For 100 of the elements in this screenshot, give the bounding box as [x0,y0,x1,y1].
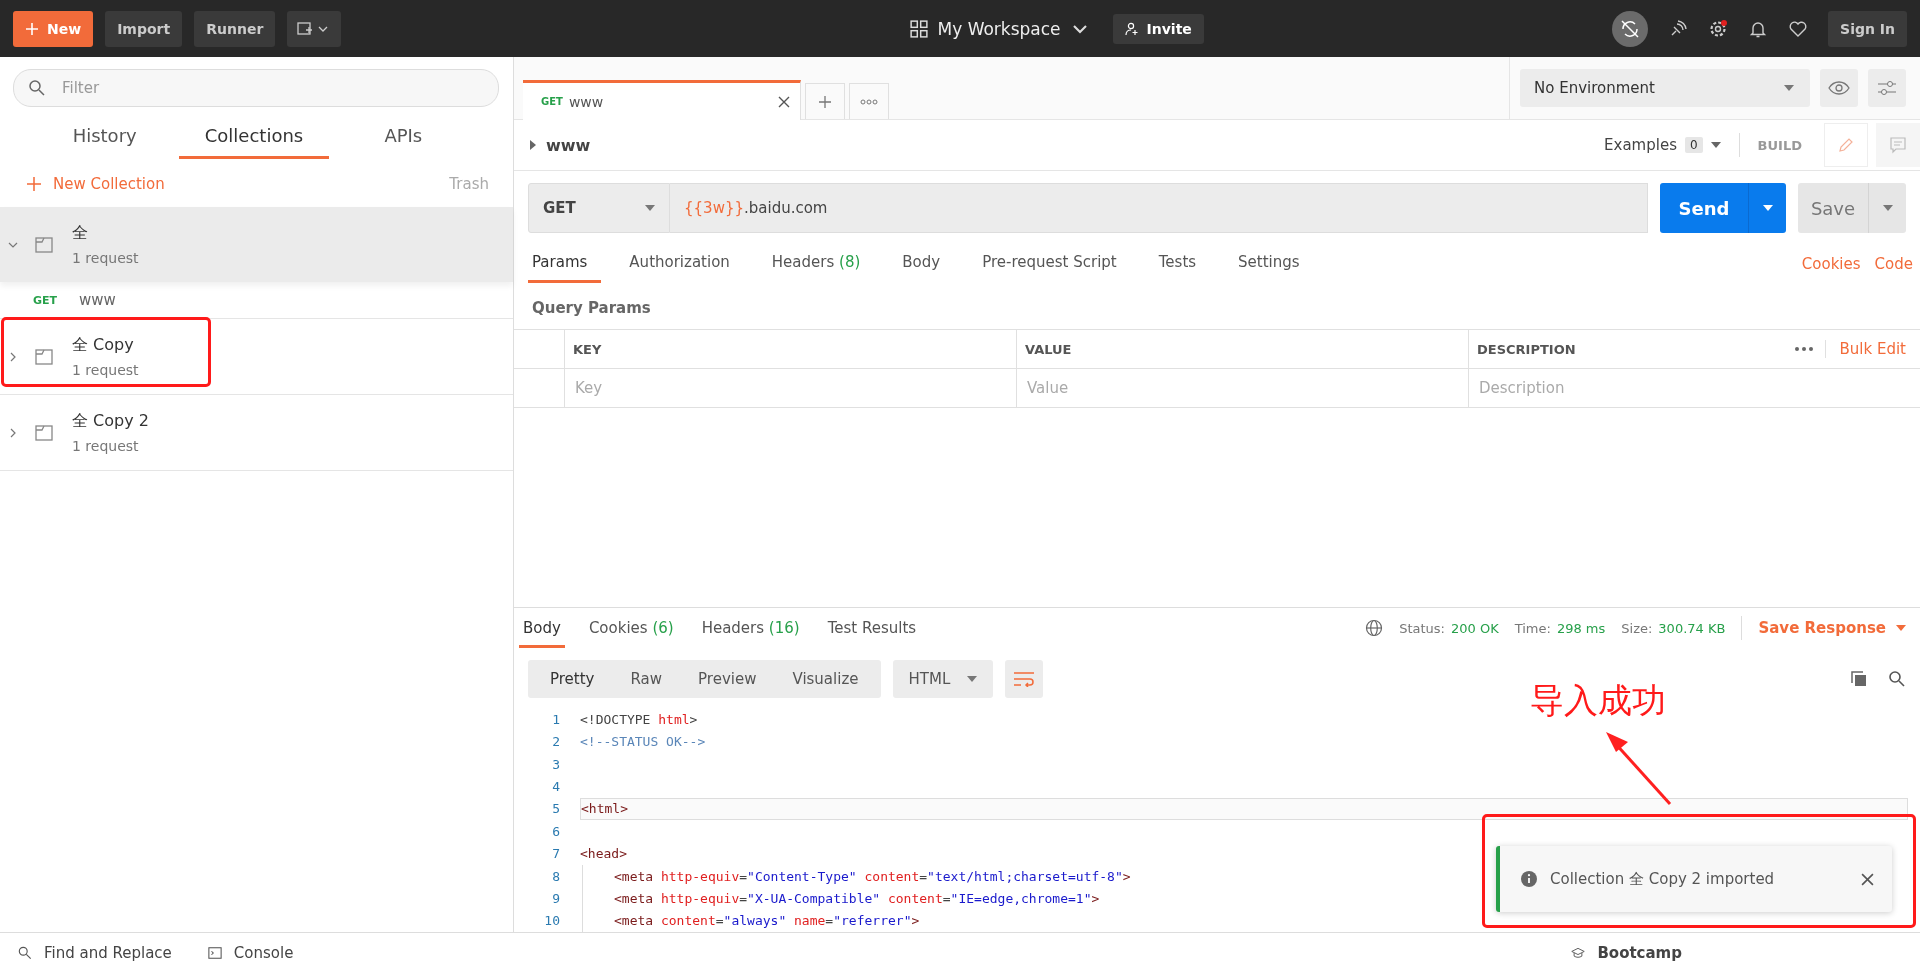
settings-icon[interactable] [1708,18,1729,39]
sign-in-button[interactable]: Sign In [1828,10,1907,47]
request-section-tab[interactable]: Authorization [615,245,744,283]
code-line: <html> [581,801,628,817]
caret-icon [1882,205,1893,211]
response-tab[interactable]: Test Results [823,608,921,648]
runner-button[interactable]: Runner [194,10,276,47]
folder-icon [34,234,54,255]
wrap-icon [1012,671,1035,688]
request-tab[interactable]: GET www [523,80,801,120]
status-label: Status: [1399,620,1445,636]
code-line: <meta content="always" name="referrer"> [614,913,920,929]
find-and-replace-button[interactable]: Find and Replace [18,944,172,962]
url-field[interactable]: {{3w}}.baidu.com [670,183,1648,233]
request-section-tab[interactable]: Pre-request Script [968,245,1131,283]
param-field[interactable]: Value [1025,378,1468,398]
plus-icon [25,21,39,36]
method-label: GET [541,96,563,107]
status-value: 200 OK [1450,620,1499,636]
line-number: 3 [551,756,561,772]
language-dropdown[interactable]: HTML [892,660,993,699]
request-title: www [546,135,591,155]
view-mode-tab[interactable]: Pretty [532,660,613,699]
param-field[interactable]: Key [573,378,1016,398]
line-number: 1 [551,711,561,727]
request-section-tab[interactable]: Headers (8) [757,245,875,283]
chevron-right-icon[interactable] [8,427,18,438]
sync-off-icon[interactable] [1612,10,1649,47]
caret-icon [1762,205,1773,211]
filter-field[interactable]: Filter [13,69,499,107]
more-icon[interactable] [1794,347,1813,351]
section-title: Query Params [531,298,652,319]
sidebar-tab[interactable]: History [30,119,180,159]
import-button[interactable]: Import [105,10,183,47]
tab-title: www [568,93,605,110]
plus-icon [27,177,41,191]
more-icon [860,98,878,105]
sidebar-tab[interactable]: APIs [328,119,478,159]
request-section-tab[interactable]: Params [528,245,602,283]
info-icon [1520,870,1538,888]
workspace-selector[interactable]: My Workspace [909,18,1089,39]
search-icon[interactable] [1888,670,1906,689]
collection-item[interactable]: 全 Copy 2 1 request [0,395,513,471]
time-value: 298 ms [1556,620,1606,636]
request-section-tab[interactable]: Settings [1224,245,1314,283]
line-number: 4 [551,778,561,794]
response-tab[interactable]: Headers (16) [697,608,804,648]
request-section-tab[interactable]: Body [888,245,955,283]
view-mode-tab[interactable]: Raw [612,660,681,699]
caret-icon [1896,625,1906,632]
response-tab[interactable]: Body [519,608,565,648]
console-button[interactable]: Console [207,944,294,962]
view-mode-tab[interactable]: Preview [680,660,775,699]
environment-dropdown[interactable]: No Environment [1520,69,1810,107]
chevron-right-icon[interactable] [8,351,18,362]
copy-icon[interactable] [1850,670,1868,689]
param-field[interactable]: Description [1477,378,1920,398]
new-window-button[interactable] [287,10,342,47]
request-name: www [79,291,116,309]
eye-button[interactable] [1820,69,1858,107]
pencil-icon [1837,136,1855,154]
collection-name: 全 [72,223,89,244]
sliders-icon [1877,80,1897,96]
method-dropdown[interactable]: GET [528,183,670,233]
filter-input[interactable]: Filter [60,78,484,98]
invite-button[interactable]: Invite [1112,13,1204,44]
column-header: VALUE [1025,341,1072,357]
column-header: DESCRIPTION [1477,341,1576,357]
toast-message: Collection 全 Copy 2 imported [1550,869,1776,889]
request-count: 1 request [72,362,139,378]
globe-icon[interactable] [1365,619,1384,638]
caret-icon[interactable] [1710,142,1721,148]
annotation-text: 导入成功 [1530,679,1666,722]
collection-name: 全 Copy 2 [72,411,149,432]
examples-label[interactable]: Examples [1604,136,1677,154]
line-number: 5 [551,801,561,817]
expand-triangle-icon[interactable] [530,140,536,150]
send-button[interactable]: Send [1660,183,1748,233]
collection-item[interactable]: 全 Copy 1 request [0,319,513,395]
view-mode-tab[interactable]: Visualize [774,660,877,699]
time-label: Time: [1514,620,1551,636]
search-icon [28,79,46,97]
request-count: 1 request [72,250,139,266]
response-tab[interactable]: Cookies (6) [584,608,678,648]
request-item[interactable]: GET www [0,282,513,319]
heart-icon[interactable] [1788,18,1809,39]
request-section-tab[interactable]: Tests [1144,245,1211,283]
collection-item[interactable]: 全 1 request [0,207,513,282]
bootcamp-button[interactable]: Bootcamp [1571,944,1682,962]
search-icon [18,946,32,960]
close-icon[interactable] [778,95,790,108]
method-label: GET [33,293,58,307]
save-button[interactable]: Save [1798,183,1868,233]
line-number: 7 [551,846,561,862]
close-icon[interactable] [1861,872,1874,886]
caret-icon [966,676,977,683]
terminal-icon [207,946,222,960]
sidebar-tab[interactable]: Collections [179,119,329,159]
column-header: KEY [573,341,602,357]
folder-icon [34,346,54,367]
